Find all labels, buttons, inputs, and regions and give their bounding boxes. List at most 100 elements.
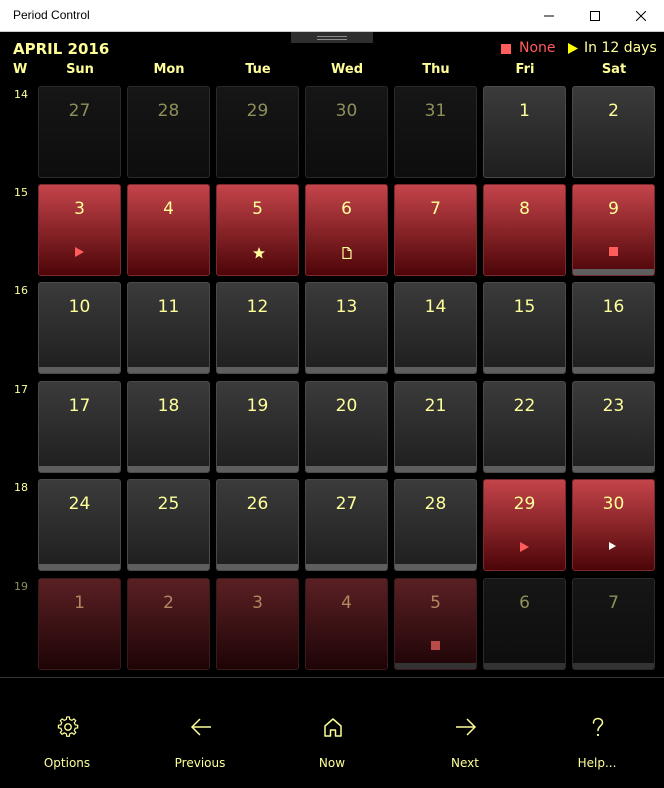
day-cell[interactable]: 4 xyxy=(127,184,210,276)
now-label: Now xyxy=(318,756,346,770)
now-button[interactable]: Now xyxy=(282,692,382,770)
day-cell[interactable]: 2 xyxy=(572,86,655,178)
day-bar xyxy=(128,367,209,373)
day-cell[interactable]: 10 xyxy=(38,282,121,374)
day-number: 16 xyxy=(602,297,625,317)
maximize-button[interactable] xyxy=(572,0,618,32)
arrow-right-icon xyxy=(456,718,477,736)
day-number: 27 xyxy=(68,101,91,121)
day-cell[interactable]: 4 xyxy=(305,578,388,670)
day-bar xyxy=(128,564,209,570)
drag-handle[interactable] xyxy=(291,32,373,43)
day-marker xyxy=(306,247,387,259)
day-cell[interactable]: 2 xyxy=(127,578,210,670)
day-marker xyxy=(39,247,120,259)
day-cell[interactable]: 11 xyxy=(127,282,210,374)
help-button[interactable]: Help... xyxy=(547,692,647,770)
day-number: 2 xyxy=(608,101,619,121)
previous-button[interactable]: Previous xyxy=(150,692,250,770)
legend-next-label: In 12 days xyxy=(584,40,657,56)
day-cell[interactable]: 12 xyxy=(216,282,299,374)
day-cell[interactable]: 15 xyxy=(483,282,566,374)
title-bar: Period Control xyxy=(0,0,664,32)
week-number: 19 xyxy=(14,580,28,593)
day-number: 18 xyxy=(157,396,180,416)
day-number: 4 xyxy=(163,199,174,219)
minimize-button[interactable] xyxy=(526,0,572,32)
day-cell[interactable]: 6 xyxy=(483,578,566,670)
day-cell[interactable]: 1 xyxy=(483,86,566,178)
stop-icon xyxy=(431,641,440,650)
week-column-header: W xyxy=(13,62,28,77)
options-button[interactable]: Options xyxy=(17,692,117,770)
day-cell[interactable]: 28 xyxy=(127,86,210,178)
close-button[interactable] xyxy=(618,0,664,32)
day-cell[interactable]: 23 xyxy=(572,381,655,473)
day-cell[interactable]: 20 xyxy=(305,381,388,473)
day-cell[interactable]: 28 xyxy=(394,479,477,571)
day-cell[interactable]: 17 xyxy=(38,381,121,473)
minimize-icon xyxy=(544,15,554,17)
day-number: 12 xyxy=(246,297,269,317)
drag-handle-line xyxy=(317,39,347,40)
day-cell[interactable]: 5 xyxy=(216,184,299,276)
day-number: 11 xyxy=(157,297,180,317)
day-bar xyxy=(484,367,565,373)
day-bar xyxy=(39,466,120,472)
day-cell[interactable]: 21 xyxy=(394,381,477,473)
day-number: 6 xyxy=(519,593,530,613)
day-cell[interactable]: 13 xyxy=(305,282,388,374)
day-cell[interactable]: 22 xyxy=(483,381,566,473)
home-icon xyxy=(324,718,342,737)
close-icon xyxy=(636,11,646,21)
day-cell[interactable]: 19 xyxy=(216,381,299,473)
day-cell[interactable]: 14 xyxy=(394,282,477,374)
weekday-fri: Fri xyxy=(515,62,535,77)
day-cell[interactable]: 26 xyxy=(216,479,299,571)
day-number: 9 xyxy=(608,199,619,219)
help-label: Help... xyxy=(577,756,617,770)
day-marker xyxy=(573,542,654,554)
day-bar xyxy=(217,564,298,570)
day-bar xyxy=(306,367,387,373)
period-square-icon xyxy=(501,44,511,54)
day-cell[interactable]: 6 xyxy=(305,184,388,276)
day-cell[interactable]: 5 xyxy=(394,578,477,670)
day-cell[interactable]: 8 xyxy=(483,184,566,276)
day-cell[interactable]: 3 xyxy=(216,578,299,670)
day-cell[interactable]: 31 xyxy=(394,86,477,178)
day-number: 23 xyxy=(602,396,625,416)
day-number: 5 xyxy=(430,593,441,613)
day-cell[interactable]: 16 xyxy=(572,282,655,374)
day-cell[interactable]: 1 xyxy=(38,578,121,670)
day-bar xyxy=(395,663,476,669)
day-bar xyxy=(395,367,476,373)
day-cell[interactable]: 7 xyxy=(572,578,655,670)
day-cell[interactable]: 29 xyxy=(483,479,566,571)
next-button[interactable]: Next xyxy=(415,692,515,770)
previous-label: Previous xyxy=(174,756,226,770)
day-cell[interactable]: 30 xyxy=(305,86,388,178)
weekday-tue: Tue xyxy=(245,62,271,77)
day-number: 6 xyxy=(341,199,352,219)
day-number: 20 xyxy=(335,396,358,416)
weekday-thu: Thu xyxy=(422,62,450,77)
day-bar xyxy=(39,564,120,570)
day-bar xyxy=(217,367,298,373)
day-cell[interactable]: 27 xyxy=(38,86,121,178)
day-cell[interactable]: 25 xyxy=(127,479,210,571)
day-cell[interactable]: 3 xyxy=(38,184,121,276)
day-number: 5 xyxy=(252,199,263,219)
day-cell[interactable]: 30 xyxy=(572,479,655,571)
day-number: 13 xyxy=(335,297,358,317)
day-cell[interactable]: 29 xyxy=(216,86,299,178)
day-cell[interactable]: 18 xyxy=(127,381,210,473)
help-icon xyxy=(592,717,604,737)
week-number: 16 xyxy=(14,284,28,297)
day-cell[interactable]: 9 xyxy=(572,184,655,276)
week-number: 14 xyxy=(14,88,28,101)
day-cell[interactable]: 7 xyxy=(394,184,477,276)
day-cell[interactable]: 24 xyxy=(38,479,121,571)
day-number: 29 xyxy=(513,494,536,514)
day-cell[interactable]: 27 xyxy=(305,479,388,571)
